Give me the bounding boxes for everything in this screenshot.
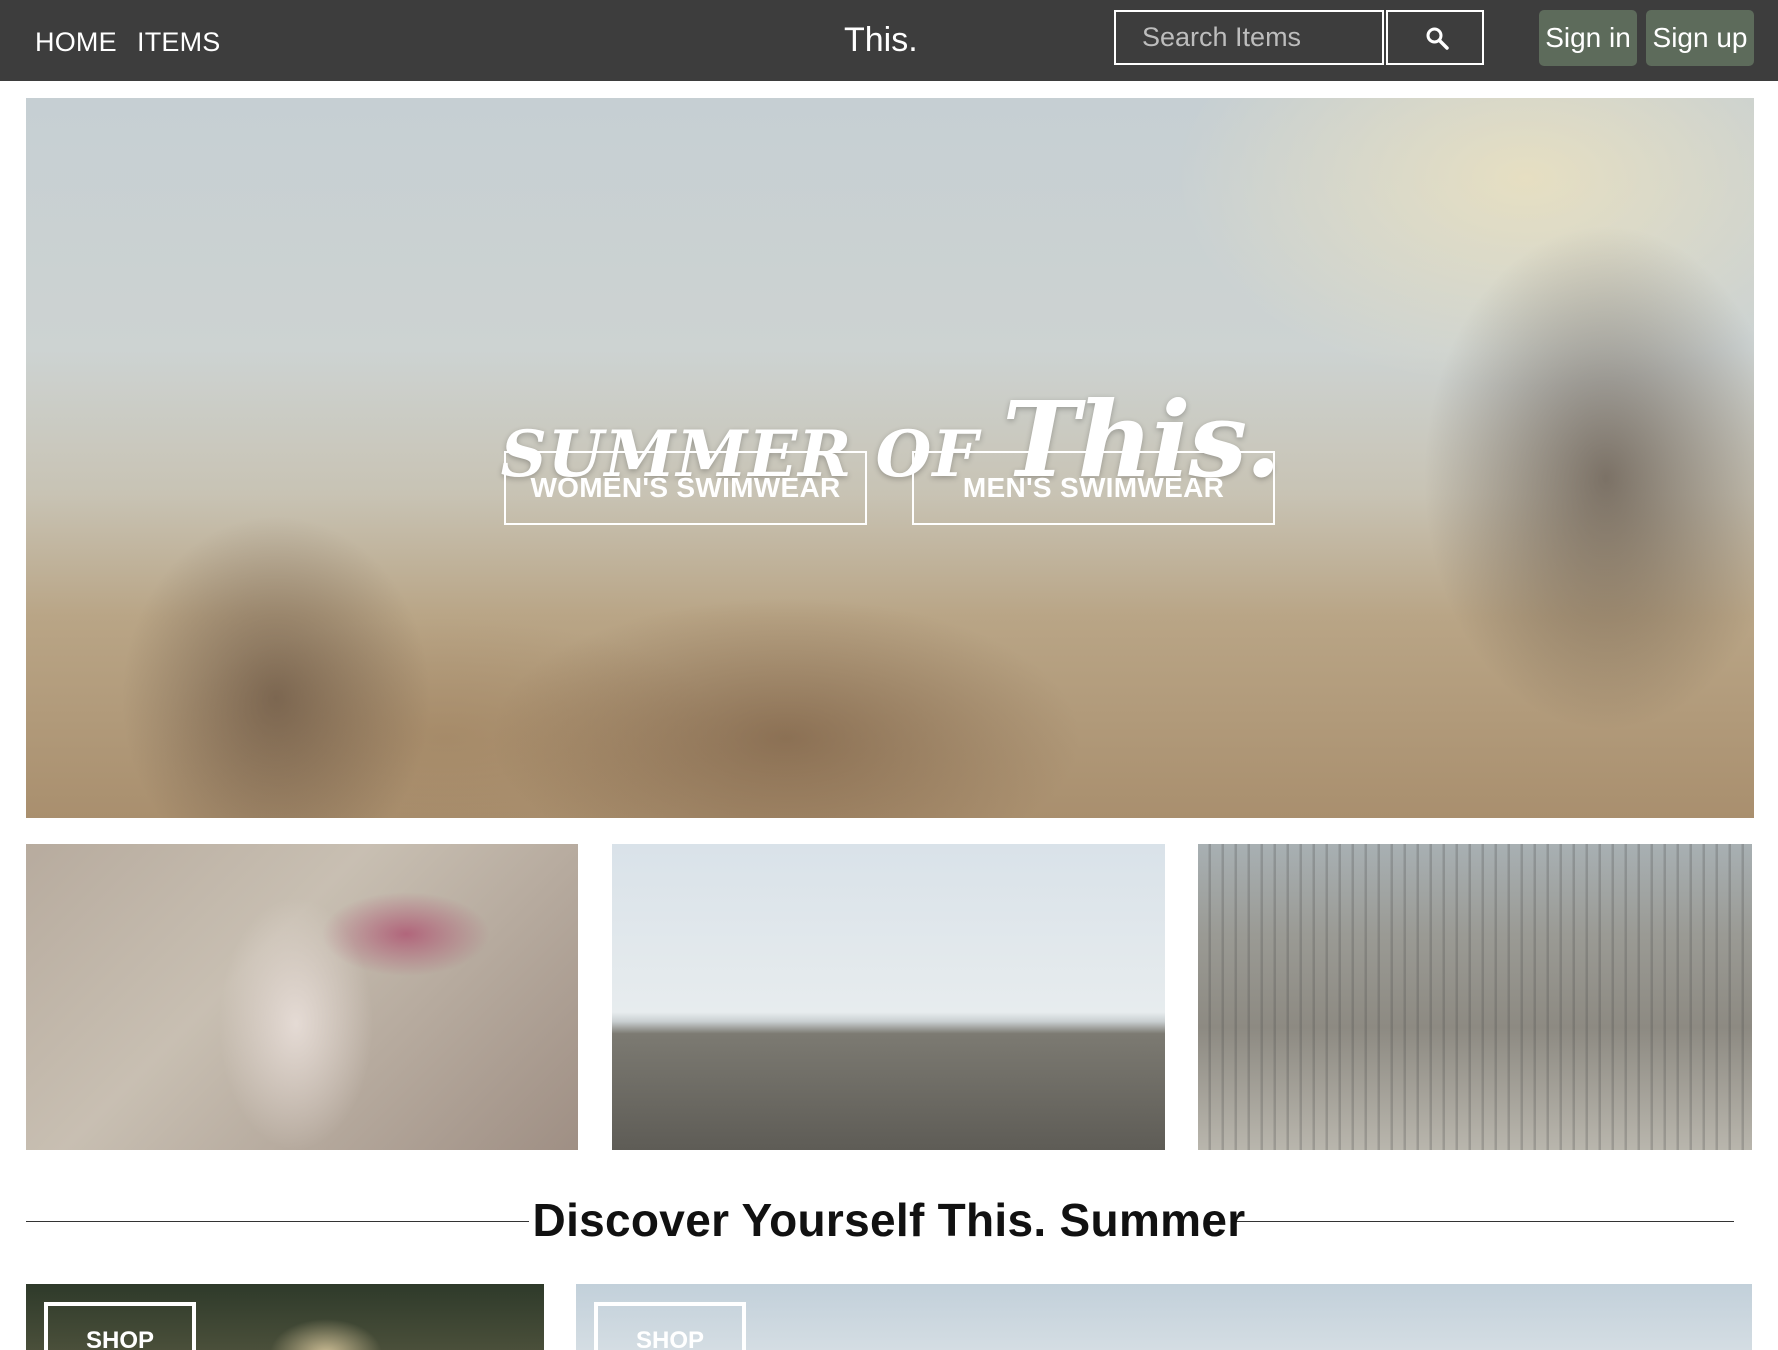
nav-items-link[interactable]: ITEMS [137, 27, 221, 58]
sign-up-button[interactable]: Sign up [1646, 10, 1754, 66]
nav-home-link[interactable]: HOME [35, 27, 117, 58]
brand-logo[interactable]: This. [844, 21, 918, 60]
promo-card-right[interactable]: SHOP [576, 1284, 1752, 1350]
promo-card-left[interactable]: SHOP [26, 1284, 544, 1350]
search-input[interactable] [1114, 10, 1384, 65]
sign-in-button[interactable]: Sign in [1539, 10, 1637, 66]
womens-feature-image[interactable] [26, 844, 578, 1150]
skate-boardwalk-feature-image[interactable] [1198, 844, 1752, 1150]
shop-button-right[interactable]: SHOP [594, 1302, 746, 1350]
hero-title: SUMMER OF This. [26, 378, 1754, 501]
hero-banner: SUMMER OF This. WOMEN'S SWIMWEAR MEN'S S… [26, 98, 1754, 818]
womens-swimwear-button[interactable]: WOMEN'S SWIMWEAR [504, 451, 867, 525]
mens-swimwear-button[interactable]: MEN'S SWIMWEAR [912, 451, 1275, 525]
mens-pier-feature-image[interactable] [612, 844, 1165, 1150]
section-title: Discover Yourself This. Summer [532, 1194, 1246, 1246]
shop-button-left[interactable]: SHOP [44, 1302, 196, 1350]
search-icon [1426, 27, 1449, 50]
top-navbar: HOME ITEMS This. Sign in Sign up [0, 0, 1778, 81]
search-button[interactable] [1386, 10, 1484, 65]
